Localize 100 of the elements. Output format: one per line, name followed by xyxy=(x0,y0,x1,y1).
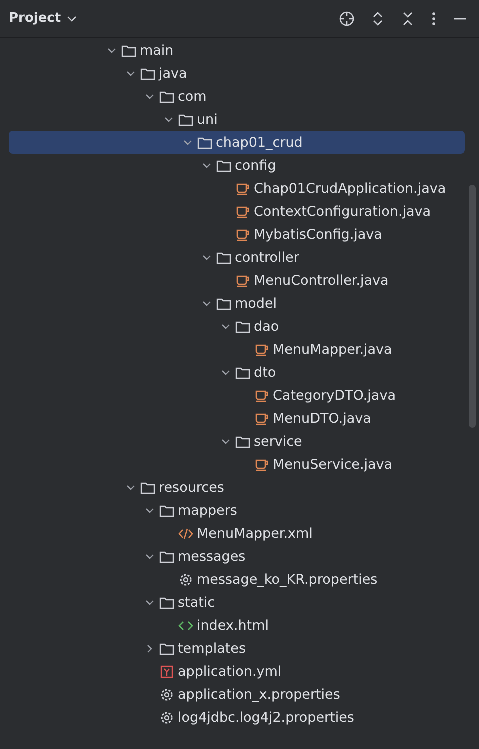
tree-item[interactable]: Chap01CrudApplication.java xyxy=(9,177,465,200)
folder-icon xyxy=(216,158,232,172)
tree-item[interactable]: config xyxy=(9,154,465,177)
chevron-down-icon[interactable] xyxy=(202,162,212,170)
item-name: service xyxy=(254,434,302,450)
item-name: MenuMapper.xml xyxy=(197,526,313,542)
tree-item[interactable]: model xyxy=(9,292,465,315)
folder-icon xyxy=(178,112,194,126)
folder-icon xyxy=(140,66,156,80)
collapse-all-icon[interactable] xyxy=(401,10,415,26)
item-name: messages xyxy=(178,548,246,564)
chevron-down-icon[interactable] xyxy=(164,116,174,124)
folder-icon xyxy=(159,90,175,104)
folder-icon xyxy=(235,320,251,334)
tree-item[interactable]: MenuController.java xyxy=(9,269,465,292)
item-name: CategoryDTO.java xyxy=(273,388,396,404)
gear-icon xyxy=(178,572,194,586)
tree-item[interactable]: chap01_crud xyxy=(9,131,465,154)
chevron-down-icon[interactable] xyxy=(202,254,212,262)
tree-item[interactable]: CategoryDTO.java xyxy=(9,384,465,407)
item-name: MybatisConfig.java xyxy=(254,226,382,242)
tree-item[interactable]: main xyxy=(9,39,465,62)
tree-item[interactable]: mappers xyxy=(9,499,465,522)
scrollbar-thumb[interactable] xyxy=(469,185,476,428)
item-name: application.yml xyxy=(178,664,282,680)
gear-icon xyxy=(159,688,175,702)
item-name: dto xyxy=(254,364,276,380)
item-name: controller xyxy=(235,250,300,266)
chevron-down-icon[interactable] xyxy=(202,300,212,308)
tree-item[interactable]: message_ko_KR.properties xyxy=(9,568,465,591)
chevron-down-icon[interactable] xyxy=(67,14,78,22)
cup-icon xyxy=(254,412,270,426)
item-name: chap01_crud xyxy=(216,134,303,150)
tree-item[interactable]: application.yml xyxy=(9,660,465,683)
cup-icon xyxy=(235,182,251,196)
tree-item[interactable]: MenuDTO.java xyxy=(9,407,465,430)
tree-item[interactable]: service xyxy=(9,430,465,453)
expand-all-icon[interactable] xyxy=(371,10,385,26)
tree-item[interactable]: MenuService.java xyxy=(9,453,465,476)
cup-icon xyxy=(235,274,251,288)
tree-item[interactable]: MenuMapper.java xyxy=(9,338,465,361)
item-name: uni xyxy=(197,112,218,128)
chevron-down-icon[interactable] xyxy=(145,92,155,100)
tree-item[interactable]: MybatisConfig.java xyxy=(9,223,465,246)
tree-item[interactable]: dto xyxy=(9,361,465,384)
tree-item[interactable]: static xyxy=(9,591,465,614)
chevron-down-icon[interactable] xyxy=(145,598,155,606)
item-name: static xyxy=(178,594,216,610)
item-name: MenuDTO.java xyxy=(273,410,372,426)
tree-item[interactable]: dao xyxy=(9,315,465,338)
item-name: MenuMapper.java xyxy=(273,342,392,358)
item-name: main xyxy=(140,42,174,58)
chevron-down-icon[interactable] xyxy=(126,70,136,78)
tree-item[interactable]: application_x.properties xyxy=(9,683,465,706)
tree-item[interactable]: index.html xyxy=(9,614,465,637)
folder-icon xyxy=(216,250,232,264)
tree-item[interactable]: com xyxy=(9,85,465,108)
tree-item[interactable]: messages xyxy=(9,545,465,568)
cup-icon xyxy=(254,388,270,402)
item-name: mappers xyxy=(178,502,238,518)
tree-item[interactable]: MenuMapper.xml xyxy=(9,522,465,545)
cup-icon xyxy=(254,458,270,472)
chevron-down-icon[interactable] xyxy=(221,438,231,446)
folder-icon xyxy=(235,366,251,380)
item-name: java xyxy=(159,66,188,82)
folder-icon xyxy=(159,596,175,610)
more-options-icon[interactable] xyxy=(431,10,437,26)
folder-icon xyxy=(159,504,175,518)
tree-item[interactable]: ContextConfiguration.java xyxy=(9,200,465,223)
tree-item[interactable]: controller xyxy=(9,246,465,269)
folder-icon xyxy=(159,642,175,656)
tree-item[interactable]: resources xyxy=(9,476,465,499)
tree-item[interactable]: uni xyxy=(9,108,465,131)
folder-icon xyxy=(121,44,137,58)
chevron-down-icon[interactable] xyxy=(145,552,155,560)
tree-item[interactable]: templates xyxy=(9,637,465,660)
folder-icon xyxy=(235,434,251,448)
yaml-file-icon xyxy=(159,664,175,678)
chevron-down-icon[interactable] xyxy=(221,322,231,330)
item-name: log4jdbc.log4j2.properties xyxy=(178,710,354,726)
chevron-down-icon[interactable] xyxy=(126,484,136,492)
locate-icon[interactable] xyxy=(339,10,355,26)
chevron-down-icon[interactable] xyxy=(145,506,155,514)
item-name: model xyxy=(235,296,278,312)
gear-icon xyxy=(159,710,175,724)
project-view-dropdown[interactable]: Project xyxy=(9,11,78,26)
cup-icon xyxy=(254,342,270,356)
chevron-down-icon[interactable] xyxy=(183,138,193,146)
tree-item[interactable]: log4jdbc.log4j2.properties xyxy=(9,706,465,729)
item-name: Chap01CrudApplication.java xyxy=(254,180,446,196)
chevron-down-icon[interactable] xyxy=(107,46,117,54)
item-name: ContextConfiguration.java xyxy=(254,204,432,220)
chevron-right-icon[interactable] xyxy=(146,644,154,654)
tree-item[interactable]: java xyxy=(9,62,465,85)
code-brackets-icon xyxy=(178,618,194,632)
code-tag-icon xyxy=(178,526,194,540)
cup-icon xyxy=(235,204,251,218)
item-name: MenuService.java xyxy=(273,456,393,472)
item-name: config xyxy=(235,158,276,174)
chevron-down-icon[interactable] xyxy=(221,368,231,376)
